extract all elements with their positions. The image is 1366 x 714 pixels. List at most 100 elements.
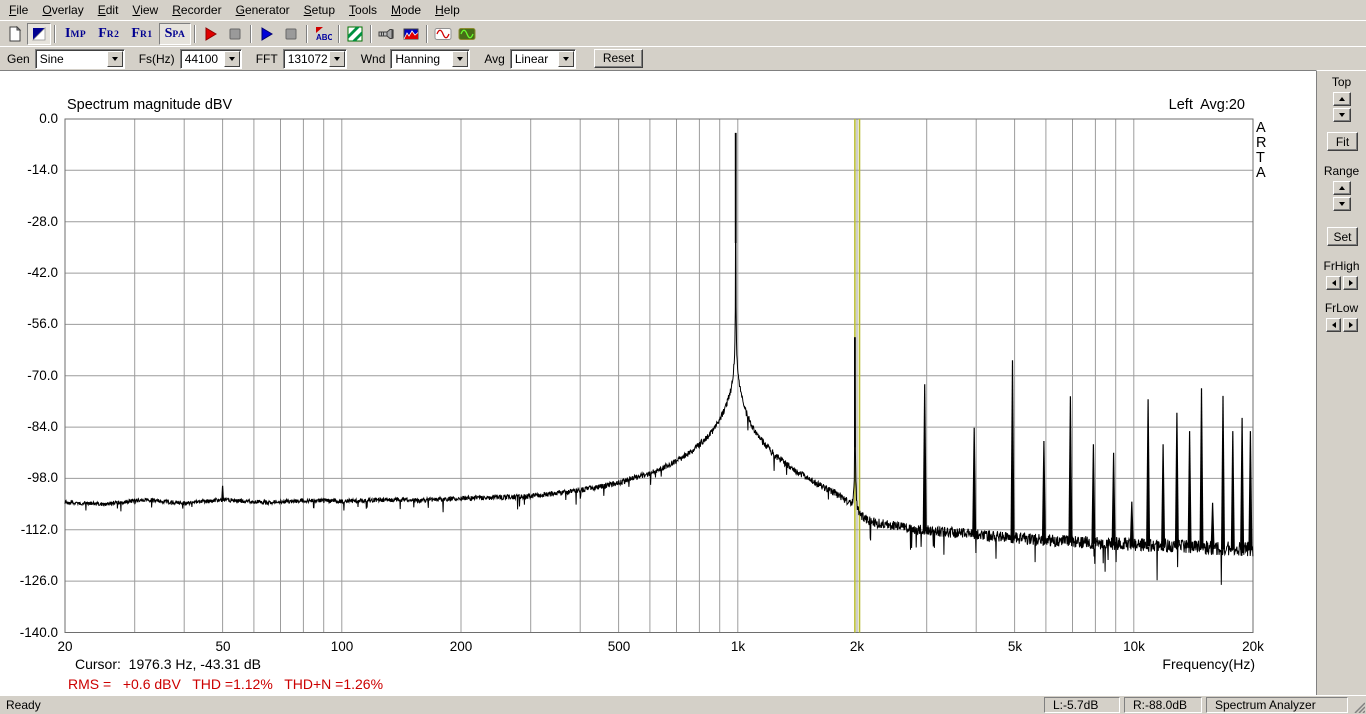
set-button[interactable]: Set	[1327, 227, 1358, 246]
toolbar: IMP FR2 FR1 SPA	[0, 20, 1366, 46]
status-text: Ready	[0, 698, 41, 712]
left-arrow-icon	[1332, 280, 1336, 286]
right-level-indicator: R:-88.0dB	[1124, 697, 1202, 713]
avg-value: Linear	[511, 52, 558, 66]
x-tick-label: 5k	[1008, 639, 1022, 654]
menu-file[interactable]: File	[2, 1, 35, 20]
wnd-select[interactable]: Hanning	[390, 49, 470, 69]
controls-bar: Gen Sine Fs(Hz) 44100 FFT 131072 Wnd Han…	[0, 46, 1366, 70]
dropdown-arrow-icon[interactable]	[329, 51, 345, 67]
time-record-button[interactable]	[27, 23, 51, 45]
up-arrow-icon	[1339, 97, 1345, 101]
y-tick-label: -84.0	[0, 419, 58, 434]
frhigh-left-button[interactable]	[1326, 276, 1341, 290]
record-play-icon	[203, 26, 219, 42]
fft-label: FFT	[256, 52, 278, 66]
thd-readout: RMS = +0.6 dBV THD =1.12% THD+N =1.26%	[68, 676, 383, 692]
oscilloscope-icon	[458, 26, 476, 42]
menu-mode[interactable]: Mode	[384, 1, 428, 20]
x-tick-label: 100	[331, 639, 354, 654]
abc-check-icon: ABC	[314, 26, 332, 42]
status-bar: Ready L:-5.7dB R:-88.0dB Spectrum Analyz…	[0, 695, 1366, 714]
menu-edit[interactable]: Edit	[91, 1, 126, 20]
y-tick-label: -126.0	[0, 573, 58, 588]
play-button[interactable]	[255, 23, 279, 45]
menu-view[interactable]: View	[125, 1, 165, 20]
menu-recorder[interactable]: Recorder	[165, 1, 228, 20]
new-file-button[interactable]	[3, 23, 27, 45]
y-tick-label: -112.0	[0, 522, 58, 537]
fr2-mode-button[interactable]: FR2	[92, 23, 125, 45]
fft-select[interactable]: 131072	[283, 49, 347, 69]
x-tick-label: 2k	[850, 639, 864, 654]
calibrate-button[interactable]: ABC	[311, 23, 335, 45]
signal-generator-button[interactable]	[431, 23, 455, 45]
menu-overlay[interactable]: Overlay	[35, 1, 90, 20]
frlow-label: FrLow	[1317, 301, 1366, 315]
gen-select[interactable]: Sine	[35, 49, 125, 69]
x-tick-label: 500	[608, 639, 631, 654]
top-down-button[interactable]	[1333, 108, 1351, 122]
range-label: Range	[1317, 164, 1366, 178]
menu-tools[interactable]: Tools	[342, 1, 384, 20]
y-tick-label: -28.0	[0, 214, 58, 229]
noise-button[interactable]	[343, 23, 367, 45]
wnd-label: Wnd	[361, 52, 386, 66]
probe-button[interactable]	[375, 23, 399, 45]
menubar: File Overlay Edit View Recorder Generato…	[0, 0, 1366, 20]
toolbar-separator	[426, 25, 428, 43]
y-tick-label: 0.0	[0, 111, 58, 126]
record-button[interactable]	[199, 23, 223, 45]
dropdown-arrow-icon[interactable]	[558, 51, 574, 67]
resize-grip[interactable]	[1352, 700, 1365, 713]
menu-setup[interactable]: Setup	[297, 1, 342, 20]
y-tick-label: -70.0	[0, 368, 58, 383]
dropdown-arrow-icon[interactable]	[224, 51, 240, 67]
y-tick-label: -14.0	[0, 162, 58, 177]
oscilloscope-button[interactable]	[455, 23, 479, 45]
play-stop-button[interactable]	[279, 23, 303, 45]
range-down-button[interactable]	[1333, 197, 1351, 211]
frhigh-right-button[interactable]	[1343, 276, 1358, 290]
new-document-icon	[7, 26, 23, 42]
gen-label: Gen	[7, 52, 30, 66]
spa-mode-button[interactable]: SPA	[159, 23, 192, 45]
frlow-right-button[interactable]	[1343, 318, 1358, 332]
play-icon	[259, 26, 275, 42]
toolbar-separator	[194, 25, 196, 43]
menu-generator[interactable]: Generator	[229, 1, 297, 20]
level-meter-button[interactable]	[399, 23, 423, 45]
gen-value: Sine	[36, 52, 107, 66]
frlow-left-button[interactable]	[1326, 318, 1341, 332]
x-tick-label: 20k	[1242, 639, 1264, 654]
dropdown-arrow-icon[interactable]	[107, 51, 123, 67]
time-record-icon	[31, 26, 47, 42]
avg-select[interactable]: Linear	[510, 49, 576, 69]
toolbar-separator	[250, 25, 252, 43]
wnd-value: Hanning	[391, 52, 452, 66]
toolbar-separator	[54, 25, 56, 43]
dropdown-arrow-icon[interactable]	[452, 51, 468, 67]
y-tick-label: -140.0	[0, 625, 58, 640]
fit-button[interactable]: Fit	[1327, 132, 1358, 151]
x-tick-label: 200	[450, 639, 473, 654]
left-arrow-icon	[1332, 322, 1336, 328]
x-tick-label: 50	[215, 639, 230, 654]
green-stripes-icon	[347, 26, 363, 42]
frhigh-label: FrHigh	[1317, 259, 1366, 273]
record-stop-button[interactable]	[223, 23, 247, 45]
y-tick-label: -98.0	[0, 470, 58, 485]
reset-button[interactable]: Reset	[594, 49, 643, 68]
range-up-button[interactable]	[1333, 181, 1351, 195]
top-up-button[interactable]	[1333, 92, 1351, 106]
right-arrow-icon	[1349, 280, 1353, 286]
fs-label: Fs(Hz)	[139, 52, 175, 66]
spectrum-plot[interactable]	[0, 71, 1316, 696]
imp-mode-button[interactable]: IMP	[59, 23, 92, 45]
menu-help[interactable]: Help	[428, 1, 467, 20]
left-level-indicator: L:-5.7dB	[1044, 697, 1120, 713]
svg-text:ABC: ABC	[316, 33, 332, 42]
top-label: Top	[1317, 75, 1366, 89]
fr1-mode-button[interactable]: FR1	[125, 23, 158, 45]
fs-select[interactable]: 44100	[180, 49, 242, 69]
